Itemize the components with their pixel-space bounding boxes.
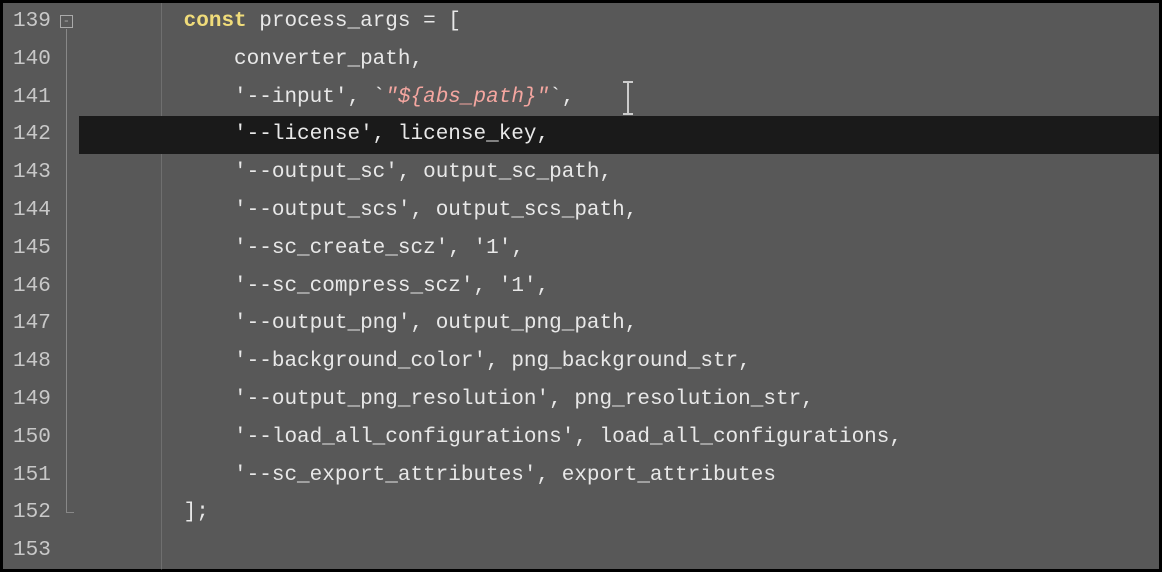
code-line[interactable]: '--output_sc', output_sc_path, (79, 154, 1159, 192)
code-token: output_png_path, (436, 312, 638, 335)
code-line[interactable]: '--output_png', output_png_path, (79, 305, 1159, 343)
line-number: 143 (13, 154, 51, 192)
line-number: 142 (13, 116, 51, 154)
line-number: 151 (13, 457, 51, 495)
line-number: 148 (13, 343, 51, 381)
code-line[interactable]: '--background_color', png_background_str… (79, 343, 1159, 381)
code-line[interactable] (79, 532, 1159, 570)
code-token: , (448, 237, 473, 260)
line-number-gutter: 1391401411421431441451461471481491501511… (3, 3, 57, 569)
code-token: png_background_str, (511, 350, 750, 373)
line-number: 153 (13, 532, 51, 570)
code-line[interactable]: '--output_scs', output_scs_path, (79, 192, 1159, 230)
code-token: , (347, 86, 372, 109)
code-line[interactable]: '--load_all_configurations', load_all_co… (79, 419, 1159, 457)
code-token: , (549, 388, 574, 411)
code-token: output_scs_path, (436, 199, 638, 222)
code-line[interactable]: '--sc_export_attributes', export_attribu… (79, 457, 1159, 495)
fold-toggle-icon[interactable]: - (60, 15, 73, 28)
code-line[interactable]: const process_args = [ (79, 3, 1159, 41)
line-number: 146 (13, 268, 51, 306)
code-line[interactable]: '--license', license_key, (79, 116, 1159, 154)
code-token: export_attributes (562, 464, 776, 487)
line-number: 145 (13, 230, 51, 268)
code-token: '1' (474, 237, 512, 260)
code-token: , (574, 426, 599, 449)
code-token: , (410, 199, 435, 222)
line-number: 150 (13, 419, 51, 457)
code-token: '--output_sc' (234, 161, 398, 184)
code-token: '--sc_export_attributes' (234, 464, 536, 487)
code-token: process_args (259, 10, 423, 33)
code-token: , (486, 350, 511, 373)
code-token: output_sc_path, (423, 161, 612, 184)
code-token: , (511, 237, 524, 260)
code-token: '--sc_compress_scz' (234, 275, 473, 298)
line-number: 147 (13, 305, 51, 343)
code-token: '--input' (234, 86, 347, 109)
line-number: 140 (13, 41, 51, 79)
line-number: 144 (13, 192, 51, 230)
code-token: converter_path, (234, 48, 423, 71)
line-number: 141 (13, 79, 51, 117)
code-token: , (562, 86, 575, 109)
code-token: , (373, 123, 398, 146)
line-number: 139 (13, 3, 51, 41)
code-token: license_key, (398, 123, 549, 146)
code-editor[interactable]: 1391401411421431441451461471481491501511… (3, 3, 1159, 569)
code-token: '--background_color' (234, 350, 486, 373)
code-token: '--load_all_configurations' (234, 426, 574, 449)
code-token: '--output_scs' (234, 199, 410, 222)
code-token: , (410, 312, 435, 335)
code-token: '--output_png_resolution' (234, 388, 549, 411)
code-token: "${abs_path}" (385, 86, 549, 109)
line-number: 152 (13, 494, 51, 532)
code-area[interactable]: const process_args = [ converter_path, '… (79, 3, 1159, 569)
fold-guide (66, 29, 67, 512)
code-token: , (474, 275, 499, 298)
code-token: ` (373, 86, 386, 109)
code-token: ` (549, 86, 562, 109)
line-number: 149 (13, 381, 51, 419)
fold-guide-end (66, 512, 74, 513)
code-line[interactable]: '--input', `"${abs_path}"`, (79, 79, 1159, 117)
code-token: = [ (423, 10, 461, 33)
code-token: '--output_png' (234, 312, 410, 335)
code-line[interactable]: converter_path, (79, 41, 1159, 79)
code-token: , (537, 275, 550, 298)
code-line[interactable]: ]; (79, 494, 1159, 532)
code-token: , (398, 161, 423, 184)
fold-column[interactable]: - (57, 3, 79, 569)
code-token: png_resolution_str, (574, 388, 813, 411)
code-line[interactable]: '--sc_create_scz', '1', (79, 230, 1159, 268)
code-token: , (537, 464, 562, 487)
code-token: ]; (184, 501, 209, 524)
code-token: '1' (499, 275, 537, 298)
code-token: '--license' (234, 123, 373, 146)
code-line[interactable]: '--sc_compress_scz', '1', (79, 268, 1159, 306)
code-token: '--sc_create_scz' (234, 237, 448, 260)
code-token: load_all_configurations, (600, 426, 902, 449)
code-token: const (184, 10, 260, 33)
code-line[interactable]: '--output_png_resolution', png_resolutio… (79, 381, 1159, 419)
